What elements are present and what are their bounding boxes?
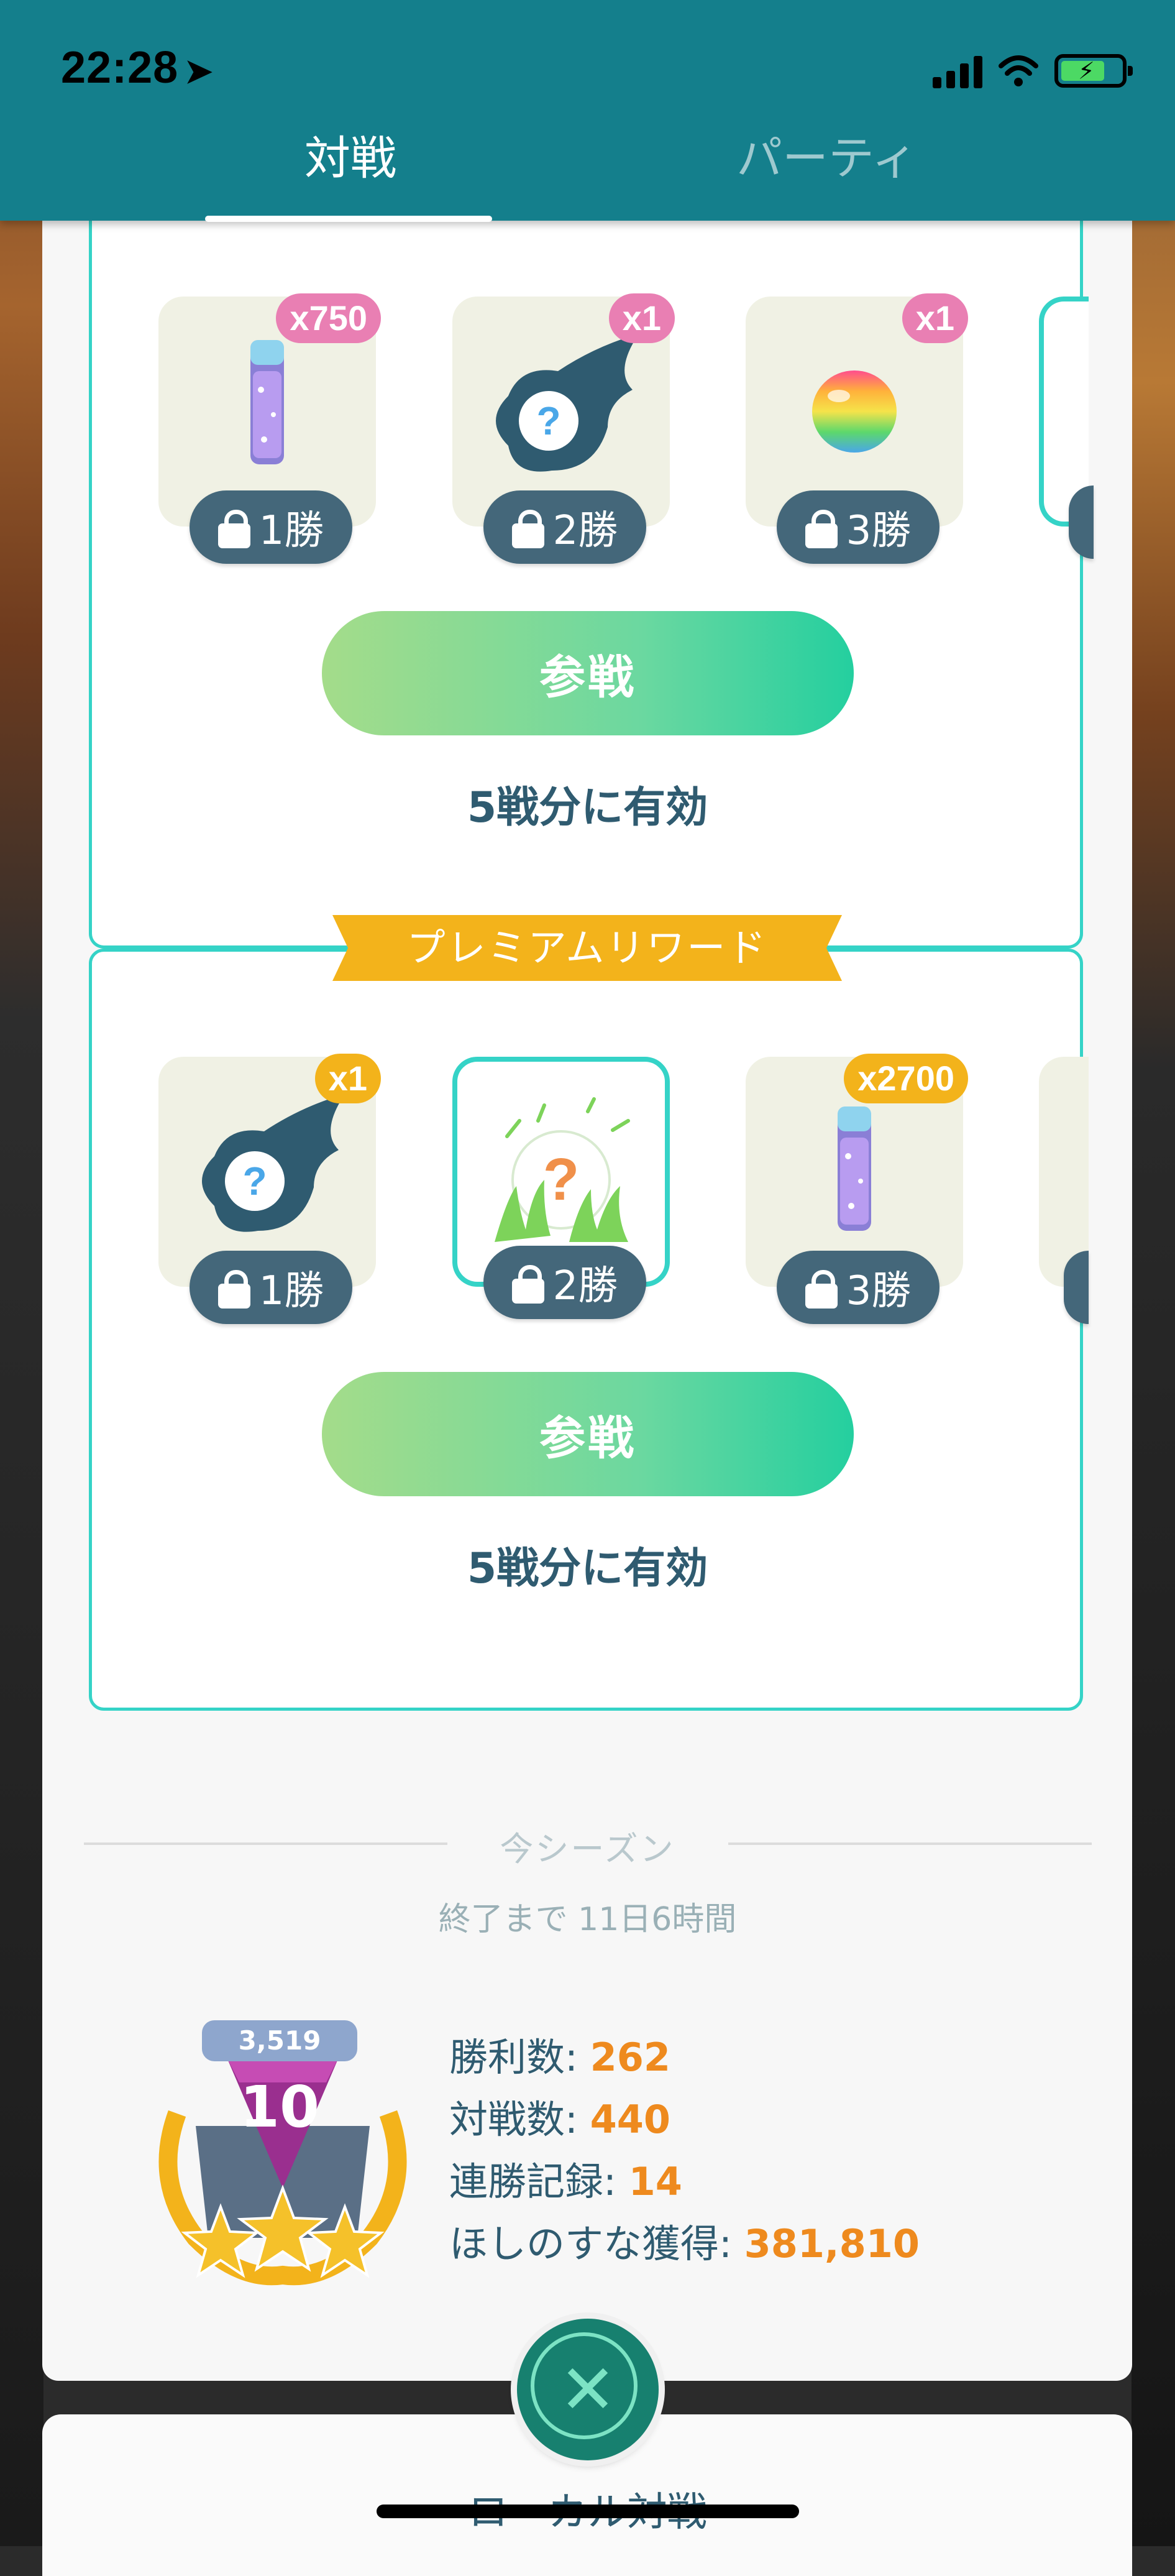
lock-icon — [217, 1270, 250, 1309]
win-count-label: 2勝 — [552, 1263, 618, 1309]
valid-battles-text: 5戦分に有効 — [467, 783, 708, 832]
status-time-text: 22:28 — [61, 43, 179, 93]
stat-value: 440 — [590, 2097, 671, 2142]
close-icon: ✕ — [559, 2350, 617, 2429]
reward-slot[interactable]: x2700 3勝 — [746, 1054, 968, 1324]
stat-value: 14 — [628, 2159, 682, 2204]
win-requirement-pill: 1勝 — [190, 1251, 352, 1324]
win-count-label: 1勝 — [258, 508, 324, 554]
win-requirement-pill: 3勝 — [777, 490, 940, 564]
reward-slot[interactable]: x750 1勝 — [158, 293, 381, 564]
rating-badge: 3,519 — [202, 2020, 357, 2061]
svg-text:?: ? — [536, 398, 560, 443]
win-count-label: 3勝 — [846, 1268, 912, 1314]
quantity-badge: x2700 — [844, 1054, 968, 1103]
stat-value: 381,810 — [744, 2221, 920, 2266]
season-ends-text: 終了まで 11日6時間 — [438, 1901, 737, 1938]
win-count-label: 3勝 — [846, 508, 912, 554]
background-art-left — [0, 0, 43, 2546]
stat-row: 対戦数: 440 — [449, 2089, 920, 2151]
win-requirement-pill: 2勝 — [483, 1246, 646, 1319]
premium-rewards-title: プレミアムリワード — [406, 925, 768, 970]
lock-icon — [805, 510, 838, 548]
quantity-badge: x1 — [314, 1054, 381, 1103]
stat-value: 262 — [590, 2035, 671, 2080]
valid-battles-text: 5戦分に有効 — [467, 1544, 708, 1593]
header-bar: 22:28 ➤ ⚡ 対戦 パーティ — [0, 0, 1175, 222]
svg-text:?: ? — [242, 1159, 267, 1203]
reward-slot-partial[interactable] — [1039, 297, 1094, 559]
stat-row: ほしのすな獲得: 381,810 — [449, 2213, 920, 2275]
quantity-badge: x1 — [902, 293, 968, 343]
quantity-badge: x1 — [608, 293, 675, 343]
location-arrow-icon: ➤ — [185, 53, 214, 90]
stat-row: 連勝記録: 14 — [449, 2151, 920, 2213]
season-stats: 勝利数: 262 対戦数: 440 連勝記録: 14 ほしのすな獲得: 381,… — [449, 2026, 920, 2275]
win-requirement-pill: 2勝 — [483, 490, 646, 564]
reward-slot-selected[interactable]: ? 2勝 — [452, 1057, 670, 1319]
win-requirement-pill: 1勝 — [190, 490, 352, 564]
svg-text:?: ? — [543, 1146, 580, 1213]
join-premium-battle-button[interactable]: 参戦 — [322, 1372, 854, 1496]
stat-label: 連勝記録: — [449, 2159, 629, 2204]
stat-label: ほしのすな獲得: — [449, 2221, 744, 2266]
win-requirement-pill — [1069, 485, 1094, 559]
win-count-label: 2勝 — [552, 508, 618, 554]
wifi-icon — [999, 55, 1038, 86]
win-requirement-pill — [1064, 1251, 1089, 1324]
status-time: 22:28 ➤ — [61, 42, 213, 93]
lock-icon — [805, 1270, 838, 1309]
lock-icon — [511, 1265, 544, 1304]
premium-rewards-banner: プレミアムリワード — [332, 915, 842, 981]
join-battle-button[interactable]: 参戦 — [322, 611, 854, 735]
stat-label: 対戦数: — [449, 2097, 590, 2142]
close-button[interactable]: ✕ — [517, 2319, 659, 2460]
season-title: 今シーズン — [500, 1829, 675, 1869]
status-icons: ⚡ — [933, 52, 1133, 90]
stat-row: 勝利数: 262 — [449, 2026, 920, 2089]
lock-icon — [511, 510, 544, 548]
win-count-label: 1勝 — [258, 1268, 324, 1314]
win-requirement-pill: 3勝 — [777, 1251, 940, 1324]
quantity-badge: x750 — [276, 293, 381, 343]
reward-slot[interactable]: ? x1 2勝 — [452, 293, 675, 564]
background-art-right — [1132, 0, 1175, 2546]
stat-label: 勝利数: — [449, 2035, 590, 2080]
rank-number: 10 — [239, 2074, 320, 2140]
cellular-signal-icon — [933, 53, 982, 88]
reward-slot-partial[interactable] — [1039, 1057, 1089, 1324]
battery-charging-icon: ⚡ — [1054, 54, 1133, 88]
lock-icon — [217, 510, 250, 548]
home-indicator[interactable] — [377, 2505, 799, 2518]
active-tab-indicator — [205, 216, 492, 222]
reward-slot[interactable]: ? x1 1勝 — [158, 1054, 381, 1324]
reward-slot[interactable]: x1 3勝 — [746, 293, 968, 564]
tab-party[interactable]: パーティ — [736, 121, 918, 188]
tab-battle[interactable]: 対戦 — [304, 121, 396, 188]
